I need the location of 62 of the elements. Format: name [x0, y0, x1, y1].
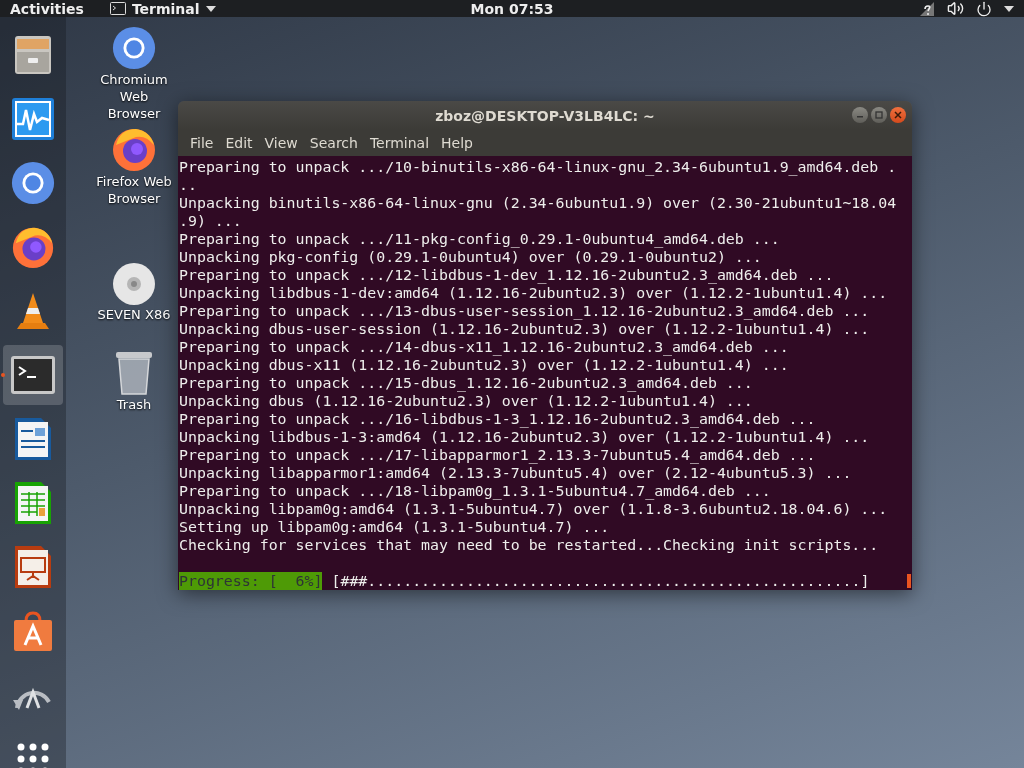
shopping-bag-icon[interactable]	[11, 609, 55, 653]
square-icon	[875, 111, 883, 119]
output-line: Unpacking dbus-user-session (1.12.16-2ubuntu2.3) over (1.12.2-1ubuntu1.4) ...	[179, 320, 871, 338]
cursor	[907, 574, 911, 588]
maximize-button[interactable]	[871, 107, 887, 123]
minimize-button[interactable]	[852, 107, 868, 123]
trash-icon	[114, 350, 154, 396]
close-button[interactable]	[890, 107, 906, 123]
caret-icon[interactable]	[1004, 5, 1014, 12]
output-line: Unpacking pkg-config (0.29.1-0ubuntu4) over (0.29.1-0ubuntu2) ...	[179, 248, 763, 266]
output-line: Unpacking libdbus-1-dev:amd64 (1.12.16-2ubuntu2.3) over (1.12.2-1ubuntu1.4) ...	[179, 284, 889, 302]
running-indicator	[1, 373, 5, 377]
desktop-icon-label[interactable]: Chromium Web Browser	[96, 71, 172, 122]
power-icon[interactable]	[976, 0, 992, 17]
output-line: .9) ...	[179, 212, 243, 230]
output-line: Unpacking dbus-x11 (1.12.16-2ubuntu2.3) over (1.12.2-1ubuntu1.4) ...	[179, 356, 790, 374]
output-line: Preparing to unpack .../12-libdbus-1-dev_1.12.16-2ubuntu2.3_amd64.deb ...	[179, 266, 835, 284]
output-line: Preparing to unpack .../13-dbus-user-session_1.12.16-2ubuntu2.3_amd64.deb ...	[179, 302, 871, 320]
output-line: ..	[179, 176, 198, 194]
output-line: Preparing to unpack .../18-libpam0g_1.3.1-5ubuntu4.7_amd64.deb ...	[179, 482, 772, 500]
menu-item[interactable]: View	[258, 135, 304, 151]
caret-icon	[205, 5, 216, 12]
output-line: Checking for services that may need to be restarted...Checking init scripts...	[179, 536, 880, 554]
close-icon	[894, 111, 902, 119]
output-line: Unpacking dbus (1.12.16-2ubuntu2.3) over (1.12.2-1ubuntu1.4) ...	[179, 392, 754, 410]
document-icon[interactable]	[13, 416, 53, 462]
output-line: Preparing to unpack .../10-binutils-x86-64-linux-gnu_2.34-6ubuntu1.9_amd64.deb .	[179, 158, 898, 176]
menu-item[interactable]: File	[184, 135, 220, 151]
volume-icon[interactable]	[947, 0, 964, 17]
system-monitor-icon[interactable]	[10, 96, 56, 142]
presentation-icon[interactable]	[13, 544, 53, 590]
output-line: Preparing to unpack .../17-libapparmor1_2.13.3-7ubuntu5.4_amd64.deb ...	[179, 446, 817, 464]
menu-item[interactable]: Edit	[219, 135, 259, 151]
progress-label: Progress: [ 6%]	[179, 572, 323, 590]
output-line: Preparing to unpack .../15-dbus_1.12.16-2ubuntu2.3_amd64.deb ...	[179, 374, 754, 392]
desktop-icon-label[interactable]: SEVEN X86	[97, 306, 171, 323]
output-line: Unpacking libpam0g:amd64 (1.3.1-5ubuntu4.7) over (1.1.8-3.6ubuntu2.18.04.6) ...	[179, 500, 889, 518]
menu-item[interactable]: Terminal	[363, 135, 436, 151]
output-line: Preparing to unpack .../14-dbus-x11_1.12.16-2ubuntu2.3_amd64.deb ...	[179, 338, 790, 356]
disc-icon	[112, 262, 156, 306]
output-line: Preparing to unpack .../11-pkg-config_0.29.1-0ubuntu4_amd64.deb ...	[179, 230, 781, 248]
activities-button[interactable]: Activities	[10, 0, 84, 17]
desktop-icon-label[interactable]: Trash	[116, 396, 152, 413]
output-line: Preparing to unpack .../16-libdbus-1-3_1.12.16-2ubuntu2.3_amd64.deb ...	[179, 410, 817, 428]
chromium-icon	[111, 25, 157, 71]
app-menu[interactable]: Terminal	[109, 0, 216, 17]
chromium-icon	[10, 160, 56, 206]
output-line: Setting up libpam0g:amd64 (1.3.1-5ubuntu4.7) ...	[179, 518, 611, 536]
menu-item[interactable]: Search	[303, 135, 364, 151]
network-icon[interactable]	[919, 0, 935, 17]
spreadsheet-icon[interactable]	[13, 480, 53, 526]
terminal-icon	[109, 2, 126, 15]
progress-bar-text: [###.......................................................]	[331, 572, 870, 590]
dock-item-highlight[interactable]	[3, 345, 63, 405]
output-line: Unpacking binutils-x86-64-linux-gnu (2.34-6ubuntu1.9) over (2.30-21ubuntu1~18.04	[179, 194, 898, 212]
desktop-icon-label[interactable]: Firefox Web Browser	[96, 173, 172, 207]
output-line: Unpacking libapparmor1:amd64 (2.13.3-7ubuntu5.4) over (2.12-4ubuntu5.3) ...	[179, 464, 853, 482]
output-line: Unpacking libdbus-1-3:amd64 (1.12.16-2ubuntu2.3) over (1.12.2-1ubuntu1.4) ...	[179, 428, 871, 446]
clock: Mon 07:53	[470, 0, 554, 17]
window-title: zboz@DESKTOP-V3LB4LC: ~	[435, 107, 655, 124]
menu-item[interactable]: Help	[435, 135, 479, 151]
terminal-icon[interactable]	[10, 355, 56, 395]
